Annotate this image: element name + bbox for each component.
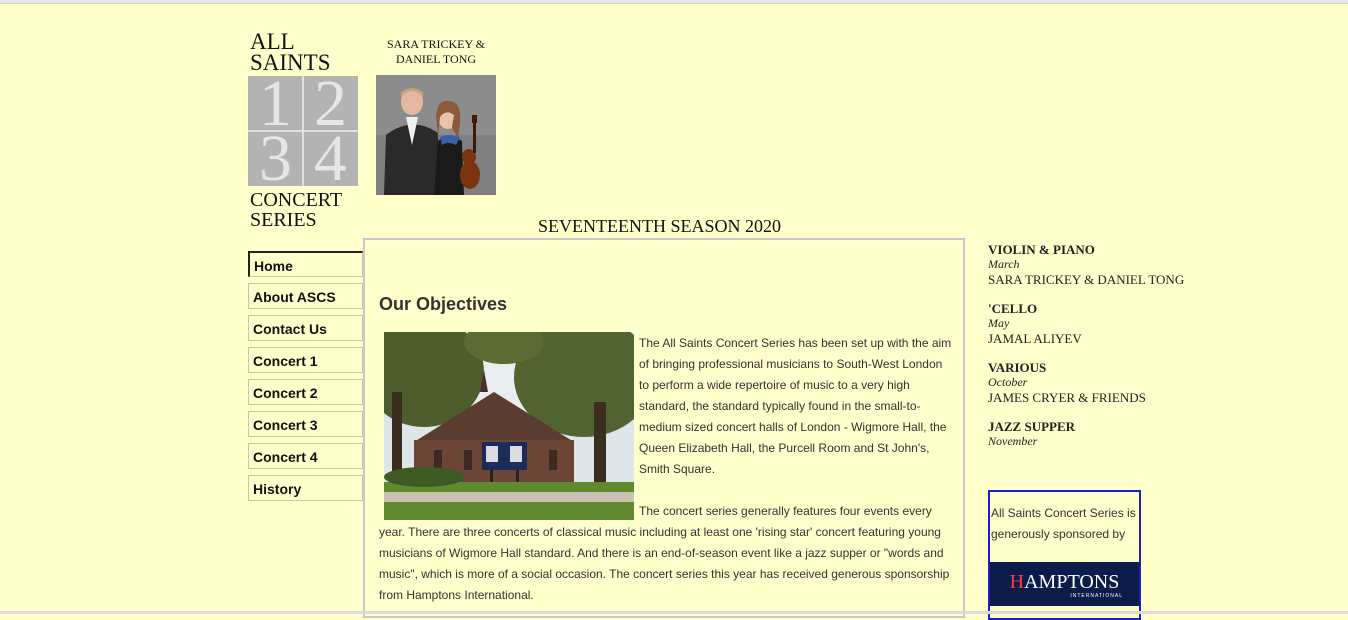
event-item: VIOLIN & PIANO March SARA TRICKEY & DANI…: [988, 242, 1208, 288]
nav-item-concert-4[interactable]: Concert 4: [248, 443, 363, 469]
event-artist: JAMES CRYER & FRIENDS: [988, 390, 1146, 405]
artist-photo: [376, 75, 496, 195]
nav-item-contact-us[interactable]: Contact Us: [248, 315, 363, 341]
nav-item-history[interactable]: History: [248, 475, 363, 501]
event-artist: JAMAL ALIYEV: [988, 331, 1082, 346]
logo-line-all: ALL: [250, 29, 295, 54]
objectives-paragraph-1: The All Saints Concert Series has been s…: [639, 336, 952, 476]
main-content: Our Objectives The All Saints Concert Se…: [363, 238, 965, 618]
event-item: VARIOUS October JAMES CRYER & FRIENDS: [988, 360, 1208, 406]
browser-top-edge: [0, 0, 1348, 4]
artist-photo-image: [376, 75, 496, 195]
event-month: March: [988, 257, 1020, 271]
nav-item-concert-1[interactable]: Concert 1: [248, 347, 363, 373]
event-month: October: [988, 375, 1028, 389]
site-logo-title: ALL SAINTS: [250, 29, 331, 75]
event-month: May: [988, 316, 1010, 330]
nav-item-about-ascs[interactable]: About ASCS: [248, 283, 363, 309]
sponsor-logo[interactable]: HAMPTONS INTERNATIONAL: [990, 562, 1139, 606]
logo-digit-4: 4: [314, 122, 347, 187]
event-type: JAZZ SUPPER: [988, 419, 1076, 434]
artist-caption-line-2: DANIEL TONG: [395, 52, 477, 66]
logo-line-saints: SAINTS: [250, 50, 331, 75]
event-item: 'CELLO May JAMAL ALIYEV: [988, 301, 1208, 347]
artist-photo-caption: SARA TRICKEY & DANIEL TONG: [376, 37, 496, 67]
page-heading: Our Objectives: [379, 294, 508, 314]
objectives-paragraph-2: The concert series generally features fo…: [379, 504, 950, 602]
event-item: JAZZ SUPPER November: [988, 419, 1208, 449]
event-month: November: [988, 434, 1038, 448]
nav-item-concert-2[interactable]: Concert 2: [248, 379, 363, 405]
sponsor-logo-wordmark: HAMPTONS: [990, 571, 1139, 594]
church-photo: [384, 332, 634, 520]
season-title: SEVENTEENTH SEASON 2020: [538, 216, 781, 236]
event-type: 'CELLO: [988, 301, 1038, 316]
nav-item-concert-3[interactable]: Concert 3: [248, 411, 363, 437]
church-photo-image: [384, 332, 634, 520]
events-list: VIOLIN & PIANO March SARA TRICKEY & DANI…: [988, 242, 1208, 462]
sponsor-logo-initial: H: [1009, 571, 1025, 593]
nav-item-home[interactable]: Home: [248, 251, 363, 277]
event-artist: SARA TRICKEY & DANIEL TONG: [988, 272, 1185, 287]
logo-line-concert: CONCERT: [250, 189, 343, 211]
sponsor-logo-subtitle: INTERNATIONAL: [1070, 593, 1123, 599]
logo-divider-vertical: [302, 76, 304, 186]
site-logo-subtitle: CONCERT SERIES: [250, 190, 342, 230]
sponsor-text: All Saints Concert Series is generously …: [991, 506, 1136, 541]
event-type: VARIOUS: [988, 360, 1047, 375]
main-navigation: Home About ASCS Contact Us Concert 1 Con…: [248, 251, 363, 507]
sponsor-box: All Saints Concert Series is generously …: [988, 490, 1141, 620]
logo-digit-3: 3: [259, 122, 292, 187]
artist-caption-line-1: SARA TRICKEY &: [386, 37, 485, 51]
event-type: VIOLIN & PIANO: [988, 242, 1095, 257]
logo-line-series: SERIES: [250, 209, 317, 231]
sponsor-logo-name: AMPTONS: [1024, 571, 1120, 593]
logo-number-grid: 1 2 3 4: [248, 76, 358, 186]
